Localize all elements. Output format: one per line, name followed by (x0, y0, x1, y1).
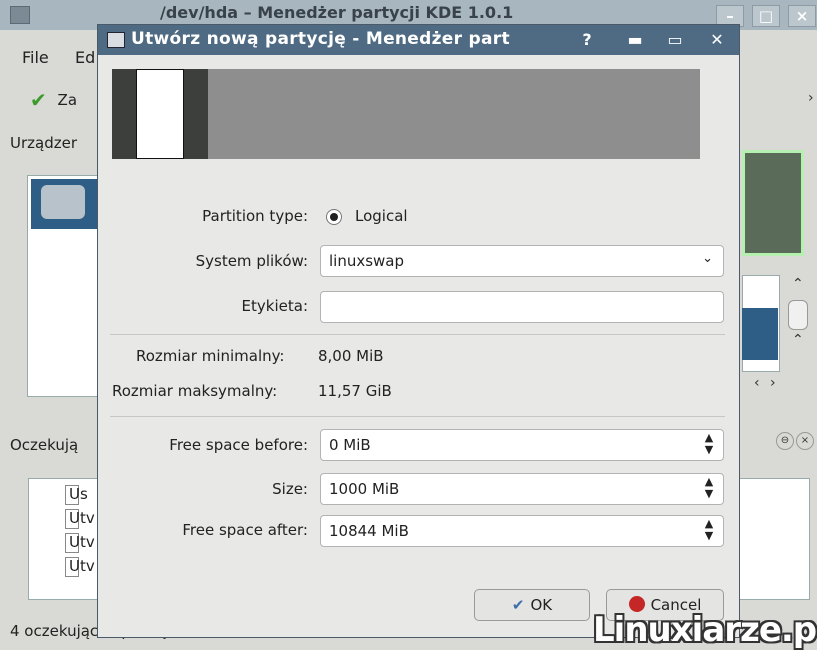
menu-file[interactable]: File (22, 48, 49, 67)
dialog-title: Utwórz nową partycję - Menedżer part (131, 29, 510, 49)
filesystem-label: System plików: (195, 252, 308, 270)
partition-type-radio[interactable] (326, 209, 342, 225)
free-before-spinbox[interactable]: 0 MiB ▲ ▼ (320, 429, 724, 461)
max-size-label: Rozmiar maksymalny: (112, 382, 278, 400)
create-partition-dialog: Utwórz nową partycję - Menedżer part ? ▬… (97, 24, 740, 638)
spin-arrows-icon[interactable]: ▲ ▼ (703, 518, 715, 542)
ok-button[interactable]: ✔ OK (474, 589, 590, 621)
dialog-titlebar: Utwórz nową partycję - Menedżer part ? ▬… (98, 25, 739, 55)
help-button[interactable]: ? (572, 28, 602, 52)
list-item: Utv (69, 557, 95, 575)
free-after-value: 10844 MiB (329, 522, 409, 540)
free-before-label: Free space before: (169, 436, 308, 454)
scroll-right-icon[interactable]: › (770, 375, 776, 391)
device-item-selected[interactable] (31, 179, 97, 229)
minimize-icon[interactable]: ▬ (620, 28, 650, 52)
main-window-title: /dev/hda – Menedżer partycji KDE 1.0.1 (160, 3, 514, 22)
max-size-value: 11,57 GiB (318, 382, 392, 400)
dialog-app-icon (107, 32, 125, 48)
separator (110, 334, 725, 335)
devices-list[interactable] (27, 175, 101, 397)
pending-panel-label: Oczekują (10, 436, 79, 454)
ok-button-label: OK (530, 596, 553, 614)
harddisk-icon (41, 185, 85, 219)
maximize-icon[interactable]: ▭ (660, 28, 690, 52)
separator (110, 416, 725, 417)
free-before-value: 0 MiB (329, 436, 371, 454)
list-item: Utv (69, 533, 95, 551)
partition-graphic-new (136, 69, 184, 159)
partition-label-label: Etykieta: (241, 297, 308, 315)
watermark-logo: Linuxiarze.pl (593, 610, 817, 650)
app-icon (10, 6, 30, 24)
spin-arrows-icon[interactable]: ▲ ▼ (703, 476, 715, 500)
size-value: 1000 MiB (329, 480, 400, 498)
size-spinbox[interactable]: 1000 MiB ▲ ▼ (320, 473, 724, 505)
devices-panel-label: Urządzer (10, 134, 78, 152)
menu-edit[interactable]: Ed (75, 48, 95, 67)
partition-type-value[interactable]: Logical (355, 207, 408, 225)
partition-table-selection[interactable] (742, 308, 778, 360)
min-size-value: 8,00 MiB (318, 347, 384, 365)
close-icon[interactable]: ✕ (702, 28, 732, 52)
toolbar-apply-button[interactable]: ✔ Za (30, 88, 77, 112)
free-after-spinbox[interactable]: 10844 MiB ▲ ▼ (320, 515, 724, 547)
partition-type-label: Partition type: (202, 207, 308, 225)
partition-graphic[interactable] (112, 69, 700, 159)
scroll-left-icon[interactable]: ‹ (754, 375, 760, 391)
list-item: Us (69, 485, 88, 503)
scroll-down-icon[interactable]: ⌃ (792, 332, 804, 348)
size-label: Size: (272, 480, 308, 498)
filesystem-select[interactable]: linuxswap ⌄ (320, 245, 724, 277)
min-size-label: Rozmiar minimalny: (136, 347, 285, 365)
list-item: Utv (69, 509, 95, 527)
checkmark-icon: ✔ (511, 596, 525, 614)
toolbar-apply-label: Za (57, 91, 78, 109)
partition-label-input[interactable] (320, 291, 724, 323)
main-close-icon[interactable]: × (788, 5, 816, 27)
chevron-down-icon: ⌄ (702, 251, 713, 266)
scroll-up-icon[interactable]: ⌃ (792, 276, 804, 292)
spin-arrows-icon[interactable]: ▲ ▼ (703, 432, 715, 456)
partition-map-block[interactable] (742, 150, 804, 256)
free-after-label: Free space after: (182, 521, 308, 539)
panel-close-icon[interactable]: × (796, 432, 814, 450)
panel-float-icon[interactable]: ⊖ (776, 432, 794, 450)
checkmark-icon: ✔ (30, 88, 47, 112)
scrollbar-handle[interactable] (788, 300, 808, 330)
toolbar-overflow-icon[interactable]: › (808, 90, 814, 106)
filesystem-value: linuxswap (329, 252, 405, 270)
main-maximize-icon[interactable]: □ (752, 5, 780, 27)
